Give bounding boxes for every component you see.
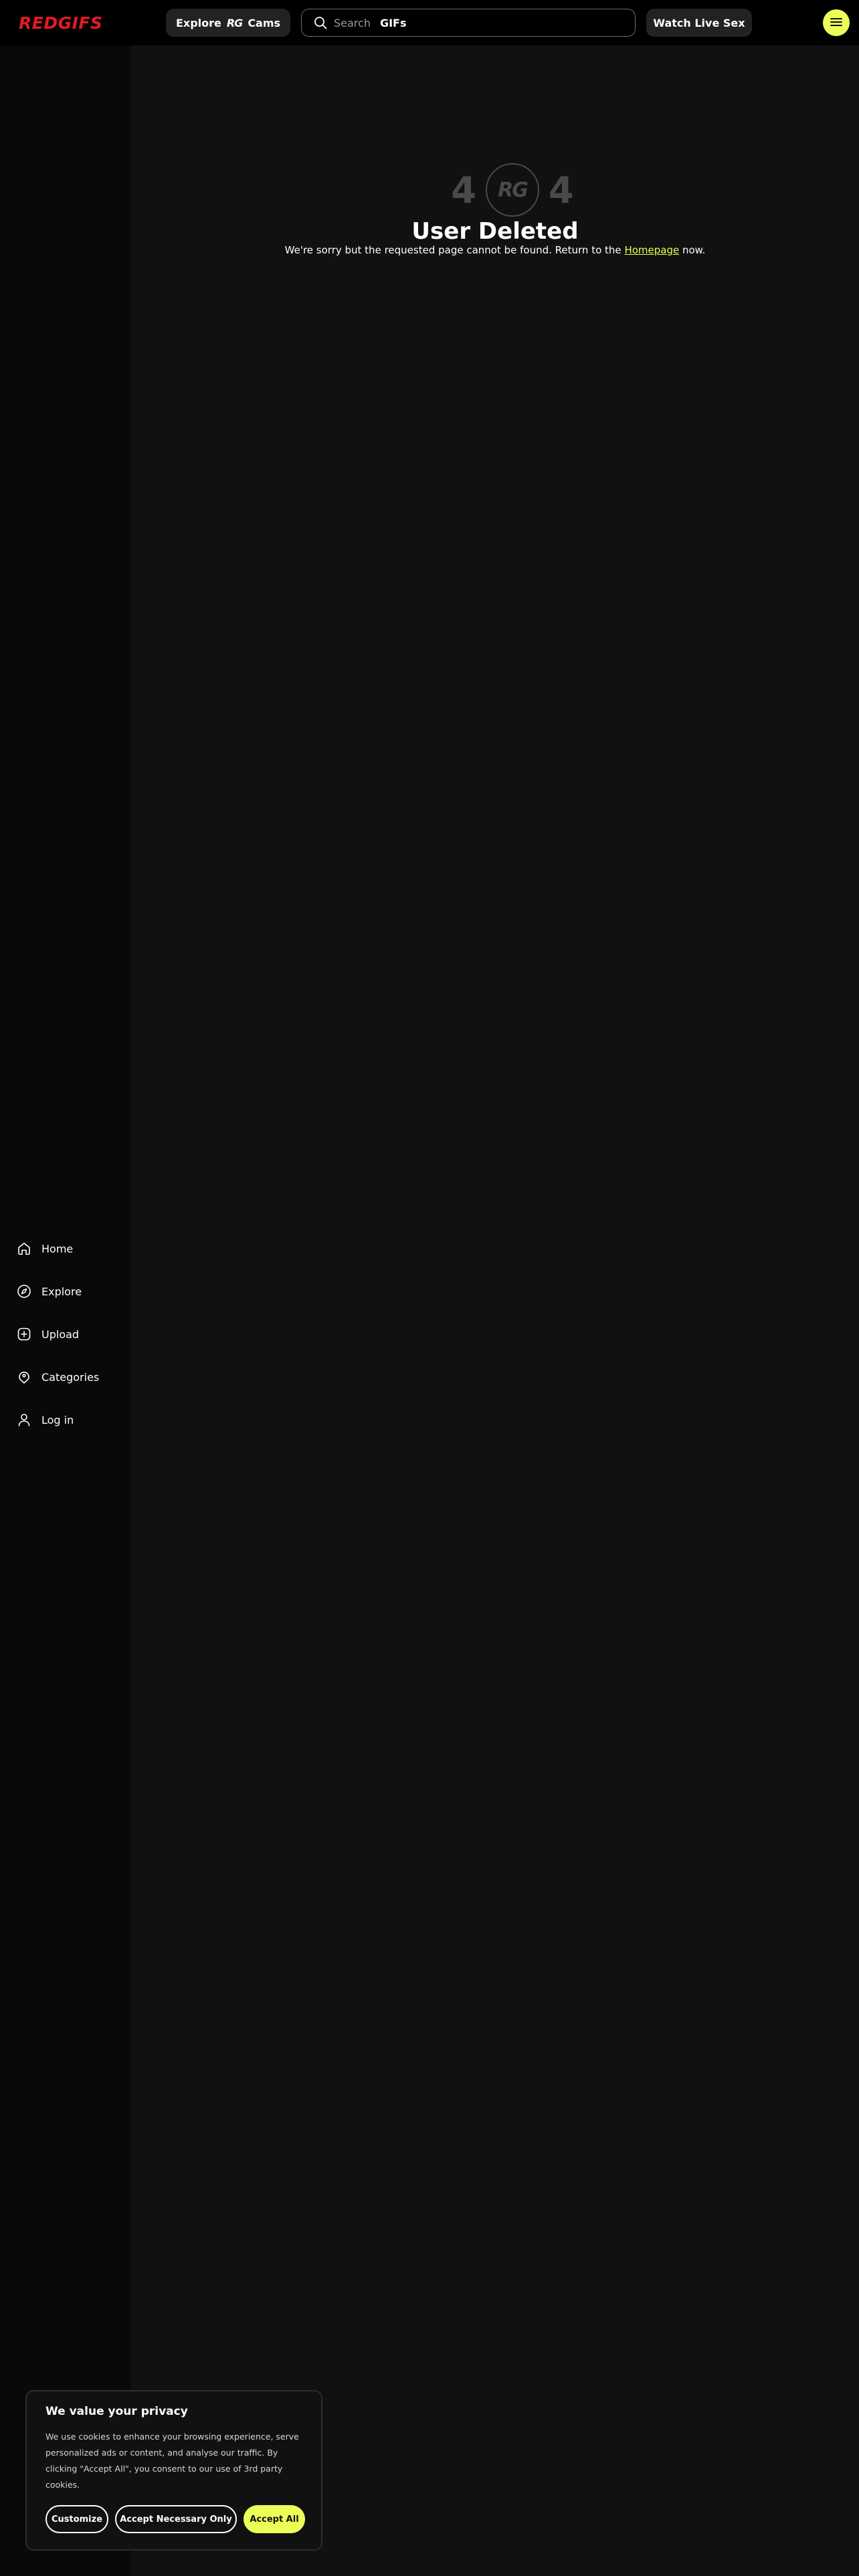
home-icon xyxy=(16,1241,32,1257)
error-digit-right: 4 xyxy=(549,169,574,211)
explore-cams-button[interactable]: Explore RG Cams xyxy=(166,9,290,37)
accept-all-button[interactable]: Accept All xyxy=(244,2505,305,2533)
error-digit-left: 4 xyxy=(451,169,476,211)
tag-icon xyxy=(16,1369,32,1385)
page-title: User Deleted xyxy=(411,218,579,245)
sidebar-item-home[interactable]: Home xyxy=(0,1227,131,1270)
sidebar-nav: Home Explore Upload Categories Log in xyxy=(0,1227,131,1441)
cookie-buttons: Customize Accept Necessary Only Accept A… xyxy=(45,2505,305,2533)
error-code: 4 RG 4 xyxy=(439,162,586,218)
hamburger-icon xyxy=(830,17,842,29)
sidebar-item-label: Categories xyxy=(41,1370,100,1384)
sidebar-item-categories[interactable]: Categories xyxy=(0,1356,131,1398)
rg-logo-circle: RG xyxy=(486,163,539,217)
search-placeholder: Search xyxy=(334,16,371,29)
cams-label: Cams xyxy=(248,16,281,29)
top-header: REDGIFS Explore RG Cams Search GIFs Watc… xyxy=(0,0,859,45)
cookie-text: We use cookies to enhance your browsing … xyxy=(45,2432,299,2490)
homepage-link[interactable]: Homepage xyxy=(624,244,679,256)
user-icon xyxy=(16,1412,32,1428)
sidebar-item-login[interactable]: Log in xyxy=(0,1398,131,1441)
customize-button[interactable]: Customize xyxy=(45,2505,108,2533)
sidebar-item-label: Explore xyxy=(41,1285,82,1298)
message-before: We're sorry but the requested page canno… xyxy=(284,244,622,256)
message-after: now. xyxy=(682,244,706,256)
sidebar-item-label: Log in xyxy=(41,1413,74,1426)
sidebar-item-upload[interactable]: Upload xyxy=(0,1313,131,1356)
menu-button[interactable] xyxy=(823,9,850,36)
redgifs-logo[interactable]: REDGIFS xyxy=(19,12,115,33)
error-message: We're sorry but the requested page canno… xyxy=(131,244,859,256)
sidebar-item-label: Upload xyxy=(41,1327,80,1341)
sidebar-item-label: Home xyxy=(41,1242,74,1255)
cookie-consent-banner: We value your privacy We use cookies to … xyxy=(25,2390,322,2551)
explore-label: Explore xyxy=(175,16,221,29)
watch-live-sex-button[interactable]: Watch Live Sex xyxy=(646,9,752,37)
cookie-title: We value your privacy xyxy=(45,2405,188,2418)
rg-logo-text: RG xyxy=(498,178,529,202)
main-content: 4 RG 4 User Deleted We're sorry but the … xyxy=(131,45,859,2576)
rg-brand-mark: RG xyxy=(226,16,243,29)
search-scope: GIFs xyxy=(379,16,407,29)
search-input[interactable]: Search GIFs xyxy=(301,9,636,37)
compass-icon xyxy=(16,1283,32,1299)
sidebar: Home Explore Upload Categories Log in xyxy=(0,45,131,2576)
accept-necessary-button[interactable]: Accept Necessary Only xyxy=(115,2505,237,2533)
sidebar-item-explore[interactable]: Explore xyxy=(0,1270,131,1313)
search-icon xyxy=(314,16,327,29)
upload-plus-icon xyxy=(16,1326,32,1342)
